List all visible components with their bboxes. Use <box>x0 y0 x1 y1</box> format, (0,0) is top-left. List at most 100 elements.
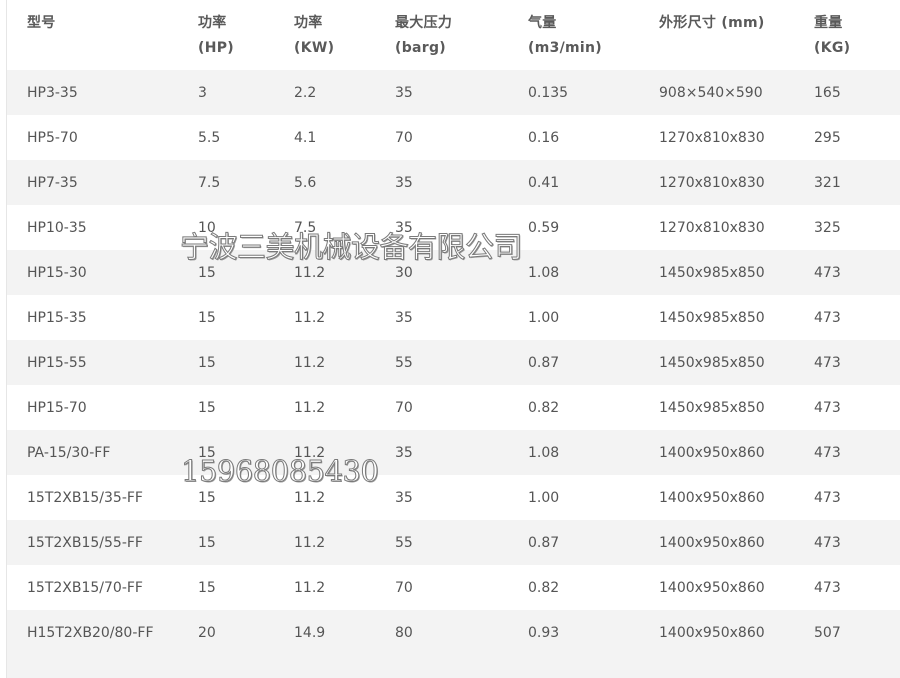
cell-model: HP3-35 <box>27 85 78 101</box>
cell-model: PA-15/30-FF <box>27 445 111 461</box>
cell-max-pressure: 35 <box>395 445 413 461</box>
table-row: 15T2XB15/55-FF 15 11.2 55 0.87 1400x950x860 47… <box>7 520 900 565</box>
cell-power-kw: 11.2 <box>294 265 326 281</box>
cell-dimensions: 1450x985x850 <box>659 265 765 281</box>
cell-weight: 473 <box>814 310 841 326</box>
cell-model: HP7-35 <box>27 175 78 191</box>
cell-air-volume: 0.82 <box>528 580 560 596</box>
cell-dimensions: 1400x950x860 <box>659 625 765 641</box>
cell-power-kw: 11.2 <box>294 445 326 461</box>
cell-max-pressure: 35 <box>395 490 413 506</box>
cell-weight: 473 <box>814 400 841 416</box>
cell-air-volume: 1.00 <box>528 310 560 326</box>
cell-power-hp: 15 <box>198 580 216 596</box>
cell-power-kw: 11.2 <box>294 400 326 416</box>
cell-model: H15T2XB20/80-FF <box>27 625 154 641</box>
cell-weight: 473 <box>814 265 841 281</box>
table-row: H15T2XB20/80-FF 20 14.9 80 0.93 1400x950x860 5… <box>7 610 900 678</box>
cell-air-volume: 0.16 <box>528 130 560 146</box>
cell-dimensions: 908×540×590 <box>659 85 763 101</box>
cell-power-hp: 7.5 <box>198 175 221 191</box>
cell-power-hp: 15 <box>198 400 216 416</box>
cell-weight: 507 <box>814 625 841 641</box>
cell-power-hp: 15 <box>198 535 216 551</box>
cell-model: 15T2XB15/55-FF <box>27 535 143 551</box>
cell-air-volume: 0.87 <box>528 535 560 551</box>
header-power-hp: 功率 (HP) <box>198 15 234 56</box>
table-row: HP3-35 3 2.2 35 0.135 908×540×590 165 <box>7 70 900 115</box>
cell-power-kw: 5.6 <box>294 175 317 191</box>
cell-model: HP15-70 <box>27 400 87 416</box>
cell-power-hp: 15 <box>198 265 216 281</box>
table-row: HP15-55 15 11.2 55 0.87 1450x985x850 473 <box>7 340 900 385</box>
table-row: PA-15/30-FF 15 11.2 35 1.08 1400x950x860 473 <box>7 430 900 475</box>
cell-dimensions: 1270x810x830 <box>659 220 765 236</box>
cell-max-pressure: 70 <box>395 400 413 416</box>
cell-model: HP15-35 <box>27 310 87 326</box>
cell-model: 15T2XB15/35-FF <box>27 490 143 506</box>
cell-weight: 165 <box>814 85 841 101</box>
cell-max-pressure: 30 <box>395 265 413 281</box>
cell-air-volume: 0.41 <box>528 175 560 191</box>
cell-weight: 473 <box>814 580 841 596</box>
cell-model: HP15-55 <box>27 355 87 371</box>
table-row: HP7-35 7.5 5.6 35 0.41 1270x810x830 321 <box>7 160 900 205</box>
table-row: 15T2XB15/70-FF 15 11.2 70 0.82 1400x950x860 47… <box>7 565 900 610</box>
cell-dimensions: 1400x950x860 <box>659 580 765 596</box>
cell-max-pressure: 70 <box>395 130 413 146</box>
table-row: HP15-30 15 11.2 30 1.08 1450x985x850 473 <box>7 250 900 295</box>
table-row: 15T2XB15/35-FF 15 11.2 35 1.00 1400x950x860 47… <box>7 475 900 520</box>
header-air-volume: 气量 (m3/min) <box>528 15 602 56</box>
cell-model: HP15-30 <box>27 265 87 281</box>
cell-weight: 295 <box>814 130 841 146</box>
cell-power-kw: 7.5 <box>294 220 317 236</box>
cell-dimensions: 1400x950x860 <box>659 535 765 551</box>
header-dimensions: 外形尺寸 (mm) <box>659 15 765 31</box>
table-row: HP15-70 15 11.2 70 0.82 1450x985x850 473 <box>7 385 900 430</box>
cell-weight: 473 <box>814 445 841 461</box>
cell-power-hp: 3 <box>198 85 207 101</box>
header-model: 型号 <box>27 15 56 31</box>
table-row: HP10-35 10 7.5 35 0.59 1270x810x830 325 <box>7 205 900 250</box>
cell-air-volume: 0.93 <box>528 625 560 641</box>
cell-air-volume: 0.82 <box>528 400 560 416</box>
cell-max-pressure: 55 <box>395 535 413 551</box>
table-row: HP15-35 15 11.2 35 1.00 1450x985x850 473 <box>7 295 900 340</box>
cell-power-kw: 2.2 <box>294 85 317 101</box>
cell-model: HP5-70 <box>27 130 78 146</box>
cell-air-volume: 0.87 <box>528 355 560 371</box>
cell-weight: 473 <box>814 490 841 506</box>
cell-power-hp: 15 <box>198 490 216 506</box>
cell-dimensions: 1400x950x860 <box>659 445 765 461</box>
cell-weight: 473 <box>814 355 841 371</box>
spec-table: 型号 功率 (HP) 功率 (KW) 最大压力 (barg) 气量 (m3/min) 外… <box>6 0 900 678</box>
cell-power-kw: 11.2 <box>294 355 326 371</box>
cell-air-volume: 1.08 <box>528 265 560 281</box>
cell-weight: 325 <box>814 220 841 236</box>
cell-power-hp: 15 <box>198 445 216 461</box>
table-row: HP5-70 5.5 4.1 70 0.16 1270x810x830 295 <box>7 115 900 160</box>
cell-dimensions: 1270x810x830 <box>659 130 765 146</box>
cell-max-pressure: 35 <box>395 220 413 236</box>
cell-model: HP10-35 <box>27 220 87 236</box>
cell-dimensions: 1450x985x850 <box>659 310 765 326</box>
cell-max-pressure: 80 <box>395 625 413 641</box>
cell-power-hp: 20 <box>198 625 216 641</box>
cell-weight: 321 <box>814 175 841 191</box>
cell-max-pressure: 70 <box>395 580 413 596</box>
cell-weight: 473 <box>814 535 841 551</box>
cell-air-volume: 1.00 <box>528 490 560 506</box>
cell-power-kw: 11.2 <box>294 580 326 596</box>
cell-power-kw: 11.2 <box>294 535 326 551</box>
cell-model: 15T2XB15/70-FF <box>27 580 143 596</box>
cell-power-hp: 5.5 <box>198 130 221 146</box>
cell-power-kw: 11.2 <box>294 490 326 506</box>
cell-air-volume: 0.135 <box>528 85 569 101</box>
cell-air-volume: 0.59 <box>528 220 560 236</box>
cell-dimensions: 1450x985x850 <box>659 355 765 371</box>
header-power-kw: 功率 (KW) <box>294 15 335 56</box>
cell-power-hp: 15 <box>198 355 216 371</box>
cell-max-pressure: 55 <box>395 355 413 371</box>
cell-dimensions: 1400x950x860 <box>659 490 765 506</box>
cell-dimensions: 1270x810x830 <box>659 175 765 191</box>
